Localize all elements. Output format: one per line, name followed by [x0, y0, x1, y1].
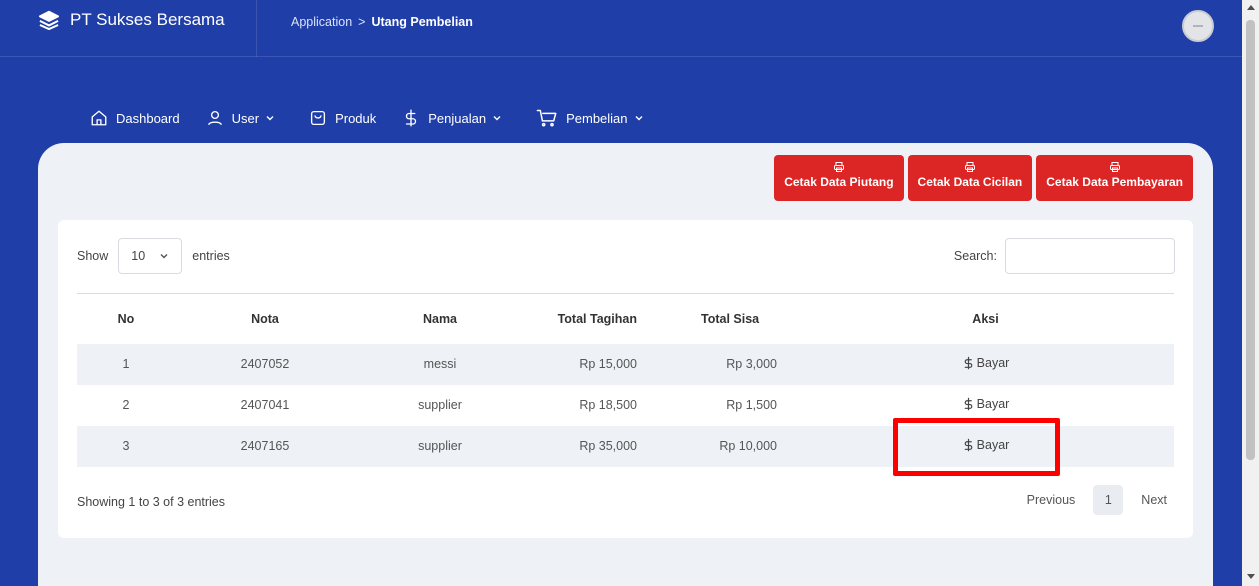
pagination-next[interactable]: Next — [1141, 493, 1167, 507]
cell-no: 2 — [122, 398, 130, 412]
cell-no: 1 — [122, 357, 130, 371]
dollar-icon — [964, 356, 972, 369]
chevron-down-icon — [160, 254, 168, 259]
pagination-page[interactable]: 1 — [1093, 485, 1124, 515]
length-control: Show 10 entries — [77, 238, 230, 274]
scroll-up-arrow-icon[interactable] — [1247, 5, 1255, 10]
brand[interactable]: PT Sukses Bersama — [38, 10, 225, 30]
vertical-scrollbar[interactable] — [1242, 0, 1259, 586]
search-label: Search: — [953, 249, 997, 263]
cell-nota: 2407041 — [240, 398, 290, 412]
cell-total-tagihan: Rp 35,000 — [579, 439, 637, 453]
content-panel: Cetak Data Piutang Cetak Data Cicilan Ce… — [38, 143, 1213, 586]
cell-total-sisa: Rp 3,000 — [726, 357, 777, 371]
print-pembayaran-label: Cetak Data Pembayaran — [1046, 175, 1183, 189]
cell-no: 3 — [122, 439, 130, 453]
bayar-button[interactable]: Bayar — [962, 355, 1010, 371]
nav-item-user[interactable]: User — [206, 109, 283, 127]
table-info: Showing 1 to 3 of 3 entries — [77, 495, 226, 509]
print-cicilan-button[interactable]: Cetak Data Cicilan — [907, 155, 1033, 201]
home-icon — [91, 110, 107, 126]
scroll-thumb[interactable] — [1246, 20, 1255, 460]
printer-icon — [1109, 162, 1120, 172]
pagination: Previous 1 Next — [1027, 485, 1175, 515]
header-divider — [256, 0, 257, 57]
cell-nota: 2407165 — [240, 439, 290, 453]
entries-length-value: 10 — [131, 249, 146, 263]
breadcrumb-current: Utang Pembelian — [371, 15, 473, 29]
print-piutang-button[interactable]: Cetak Data Piutang — [774, 155, 904, 201]
cell-total-sisa: Rp 1,500 — [726, 398, 777, 412]
header-nama[interactable]: Nama — [355, 294, 525, 344]
cell-nama: messi — [423, 357, 457, 371]
avatar[interactable] — [1182, 10, 1214, 42]
show-label: Show — [77, 249, 109, 263]
cell-total-tagihan: Rp 18,500 — [579, 398, 637, 412]
nav-label-penjualan: Penjualan — [428, 110, 487, 126]
pagination-previous[interactable]: Previous — [1027, 493, 1076, 507]
nav-item-penjualan[interactable]: Penjualan — [402, 108, 510, 128]
chevron-down-icon — [266, 116, 274, 121]
user-icon — [207, 110, 222, 126]
nav-item-pembelian[interactable]: Pembelian — [536, 108, 651, 128]
table-row: 1 2407052 messi Rp 15,000 Rp 3,000 Bayar — [77, 343, 1174, 385]
breadcrumb-parent[interactable]: Application — [291, 15, 352, 29]
nav-item-dashboard[interactable]: Dashboard — [90, 109, 180, 127]
breadcrumb-separator: > — [358, 15, 366, 29]
cell-nota: 2407052 — [240, 357, 290, 371]
nav-label-pembelian: Pembelian — [566, 110, 628, 126]
cell-aksi: Bayar — [777, 344, 1174, 385]
cell-nama: supplier — [418, 439, 462, 453]
print-piutang-label: Cetak Data Piutang — [784, 175, 894, 189]
dollar-icon — [406, 109, 417, 127]
nav-label-produk: Produk — [335, 110, 377, 126]
header-total-sisa[interactable]: Total Sisa — [637, 294, 777, 344]
cell-total-tagihan: Rp 15,000 — [579, 357, 637, 371]
cart-icon — [536, 109, 557, 127]
table-card: Show 10 entries Search: No Nota Nama Tot… — [58, 220, 1193, 538]
print-cicilan-label: Cetak Data Cicilan — [917, 175, 1023, 189]
nav-label-dashboard: Dashboard — [116, 110, 180, 126]
printer-icon — [964, 162, 975, 172]
dollar-icon — [964, 397, 972, 410]
search-control: Search: — [954, 238, 1175, 274]
cell-total-sisa: Rp 10,000 — [719, 439, 777, 453]
nav-label-user: User — [231, 110, 260, 126]
header-no[interactable]: No — [77, 294, 175, 344]
bag-icon — [311, 110, 326, 126]
breadcrumb: Application > Utang Pembelian — [291, 15, 473, 29]
print-button-group: Cetak Data Piutang Cetak Data Cicilan Ce… — [774, 155, 1193, 201]
bayar-label: Bayar — [976, 355, 1010, 370]
chevron-down-icon — [493, 116, 501, 121]
cell-nama: supplier — [418, 398, 462, 412]
highlight-annotation — [893, 418, 1060, 476]
main-nav: Dashboard User Produk Penjualan Pembelia… — [90, 108, 678, 128]
print-pembayaran-button[interactable]: Cetak Data Pembayaran — [1036, 155, 1193, 201]
chevron-down-icon — [635, 116, 643, 121]
brand-name: PT Sukses Bersama — [70, 10, 225, 29]
header-total-tagihan[interactable]: Total Tagihan — [525, 294, 637, 344]
search-input[interactable] — [1005, 238, 1175, 274]
scroll-down-arrow-icon[interactable] — [1247, 574, 1255, 579]
top-header: PT Sukses Bersama Application > Utang Pe… — [0, 0, 1242, 57]
header-nota[interactable]: Nota — [175, 294, 355, 344]
nav-item-produk[interactable]: Produk — [309, 109, 376, 127]
table-header-row: No Nota Nama Total Tagihan Total Sisa Ak… — [77, 293, 1174, 344]
layers-icon — [38, 10, 60, 30]
entries-length-select[interactable]: 10 — [118, 238, 183, 274]
bayar-label: Bayar — [976, 396, 1010, 411]
printer-icon — [833, 162, 844, 172]
header-aksi: Aksi — [972, 311, 999, 326]
bayar-button[interactable]: Bayar — [962, 396, 1010, 412]
entries-label: entries — [192, 249, 230, 263]
